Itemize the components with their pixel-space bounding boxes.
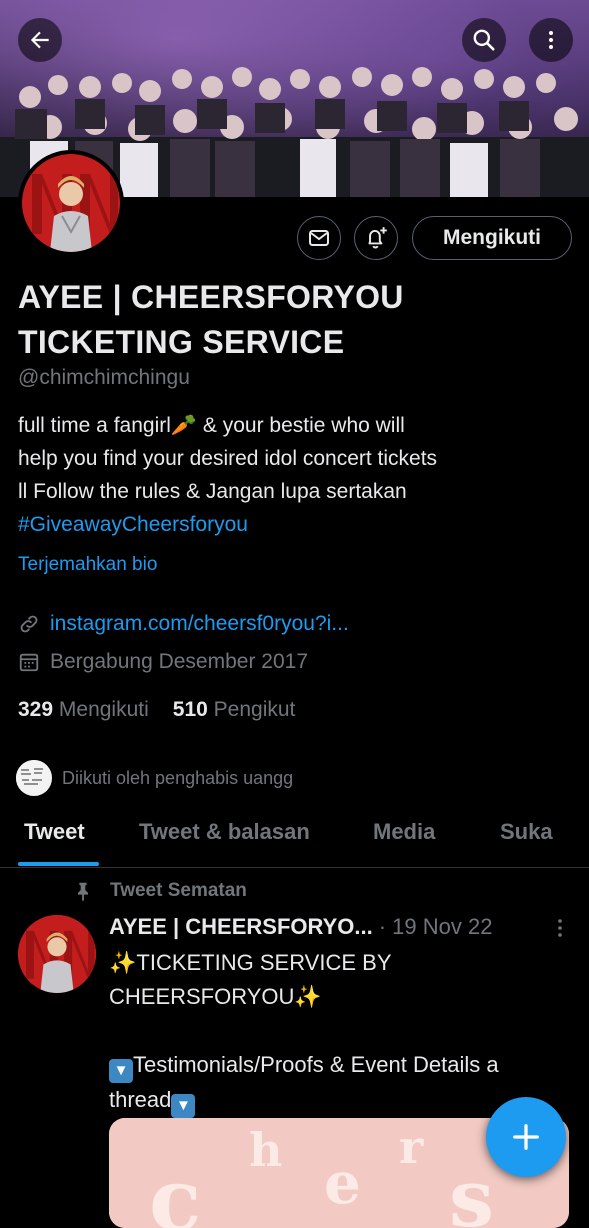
tweet-line: Testimonials/Proofs & Event Details a bbox=[133, 1052, 499, 1077]
pinned-label: Tweet Sematan bbox=[72, 880, 247, 902]
bio-line: ll Follow the rules & Jangan lupa sertak… bbox=[18, 480, 407, 503]
bio-line: help you find your desired idol concert … bbox=[18, 447, 438, 470]
profile-avatar[interactable] bbox=[18, 150, 124, 256]
tweet-text: ✨TICKETING SERVICE BY CHEERSFORYOU✨ ▼ Tes… bbox=[109, 946, 579, 1118]
followers-count: 510 bbox=[172, 698, 208, 721]
profile-tabs: Tweet Tweet & balasan Media Suka bbox=[0, 805, 589, 868]
svg-text:r: r bbox=[399, 1120, 424, 1174]
mail-icon bbox=[309, 230, 329, 246]
following-stat[interactable]: 329 Mengikuti bbox=[18, 698, 149, 722]
search-button[interactable] bbox=[462, 18, 506, 62]
link-icon bbox=[20, 615, 38, 633]
followers-label: Pengikut bbox=[213, 698, 296, 721]
following-button[interactable]: Mengikuti bbox=[412, 216, 572, 260]
display-name-line1: AYEE | CHEERSFORYOU bbox=[18, 279, 404, 315]
tweet-line: thread bbox=[109, 1087, 172, 1112]
username: @chimchimchingu bbox=[18, 366, 190, 389]
active-tab-indicator bbox=[18, 862, 99, 866]
back-button[interactable] bbox=[18, 18, 62, 62]
svg-text:s: s bbox=[449, 1151, 494, 1228]
tweet-header: AYEE | CHEERSFORYO... · 19 Nov 22 bbox=[109, 914, 492, 940]
tweet-date[interactable]: · 19 Nov 22 bbox=[379, 914, 493, 940]
bell-plus-icon bbox=[368, 227, 387, 249]
pinned-label-text: Tweet Sematan bbox=[110, 880, 247, 901]
avatar-image bbox=[22, 154, 120, 252]
arrow-left-icon bbox=[30, 31, 49, 49]
tab-media[interactable]: Media bbox=[373, 819, 435, 845]
join-date: Bergabung Desember 2017 bbox=[18, 650, 308, 674]
join-date-text: Bergabung Desember 2017 bbox=[50, 650, 309, 673]
tweet-line: ✨TICKETING SERVICE BY bbox=[109, 950, 392, 975]
display-name: AYEE | CHEERSFORYOU TICKETING SERVICE bbox=[18, 275, 538, 365]
follow-stats: 329 Mengikuti 510 Pengikut bbox=[18, 698, 295, 722]
followers-stat[interactable]: 510 Pengikut bbox=[173, 698, 296, 722]
calendar-icon bbox=[19, 653, 39, 672]
down-arrow-emoji-icon: ▼ bbox=[109, 1059, 133, 1083]
bio-hashtag-link[interactable]: #GiveawayCheersforyou bbox=[18, 508, 578, 541]
down-arrow-emoji-icon: ▼ bbox=[171, 1094, 196, 1118]
svg-text:h: h bbox=[249, 1123, 282, 1177]
svg-text:e: e bbox=[324, 1149, 361, 1217]
tweet-author-name[interactable]: AYEE | CHEERSFORYO... bbox=[109, 914, 373, 940]
profile-bio: full time a fangirl🥕 & your bestie who w… bbox=[18, 409, 578, 541]
bio-line: full time a fangirl🥕 & your bestie who w… bbox=[18, 414, 405, 437]
pin-icon bbox=[77, 882, 89, 902]
following-label: Mengikuti bbox=[58, 698, 149, 721]
search-icon bbox=[473, 29, 495, 51]
follower-avatar bbox=[14, 758, 54, 798]
tab-tweets[interactable]: Tweet bbox=[24, 819, 85, 845]
tab-tweets-replies[interactable]: Tweet & balasan bbox=[139, 819, 310, 845]
notify-button[interactable] bbox=[354, 216, 398, 260]
tweet-more-icon[interactable] bbox=[552, 916, 568, 940]
website-link[interactable]: instagram.com/cheersf0ryou?i... bbox=[50, 612, 349, 636]
display-name-line2: TICKETING SERVICE bbox=[18, 324, 345, 360]
tweet-author-avatar[interactable] bbox=[18, 915, 96, 993]
translate-bio-link[interactable]: Terjemahkan bio bbox=[18, 554, 157, 576]
plus-icon bbox=[513, 1124, 539, 1150]
tweet-line: CHEERSFORYOU✨ bbox=[109, 984, 322, 1009]
followed-by-text: Diikuti oleh penghabis uangg bbox=[62, 767, 294, 788]
following-count: 329 bbox=[18, 698, 54, 721]
compose-tweet-button[interactable] bbox=[486, 1097, 566, 1177]
followed-by[interactable]: Diikuti oleh penghabis uangg bbox=[14, 758, 293, 798]
more-vertical-icon bbox=[549, 31, 553, 49]
profile-website[interactable]: instagram.com/cheersf0ryou?i... bbox=[18, 612, 349, 636]
message-button[interactable] bbox=[297, 216, 341, 260]
more-options-button[interactable] bbox=[529, 18, 573, 62]
tab-likes[interactable]: Suka bbox=[500, 819, 553, 845]
svg-text:c: c bbox=[149, 1150, 201, 1228]
